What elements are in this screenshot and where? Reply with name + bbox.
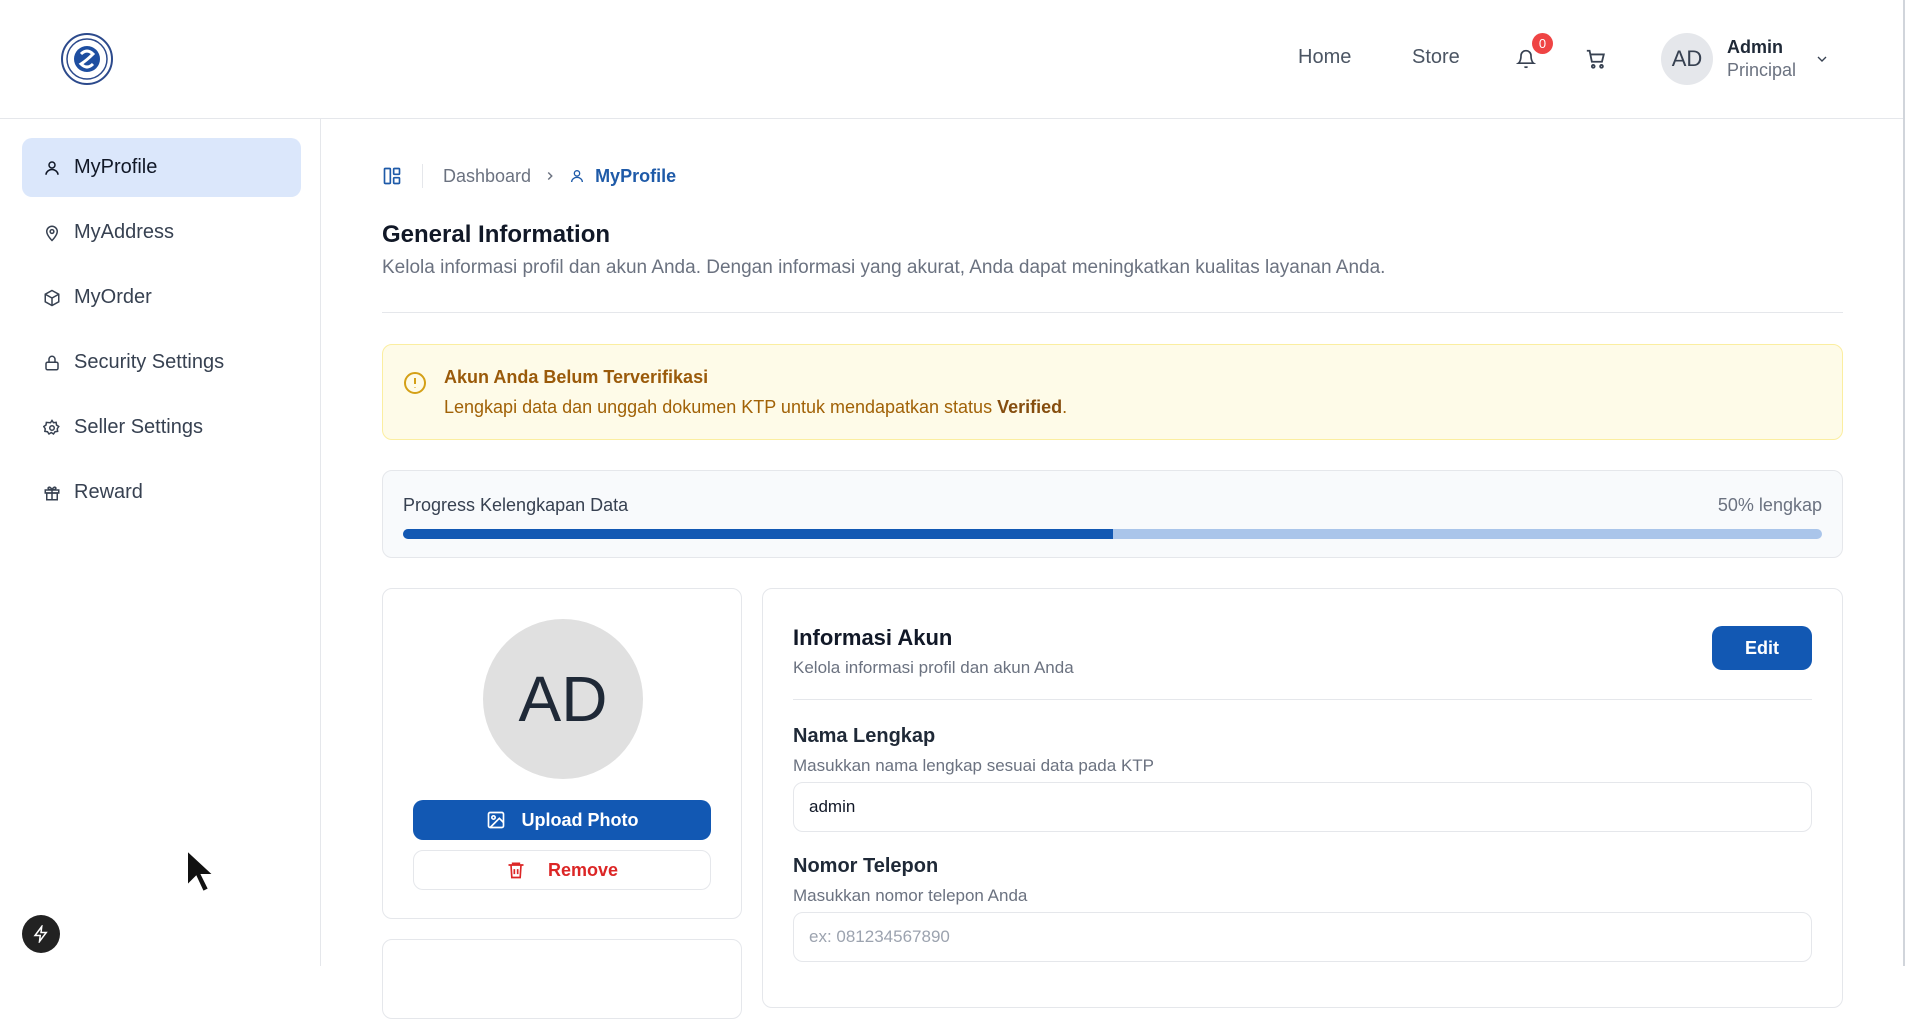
full-name-input[interactable] xyxy=(793,782,1812,832)
user-role: Principal xyxy=(1727,60,1797,80)
alert-text-before: Lengkapi data dan unggah dokumen KTP unt… xyxy=(444,397,998,417)
logo-emblem-icon xyxy=(66,38,108,80)
phone-input[interactable] xyxy=(793,912,1812,962)
sidebar-item-label: Reward xyxy=(74,481,143,503)
progress-bar-fill xyxy=(403,529,1113,539)
gear-icon xyxy=(43,418,60,435)
sidebar-item-myorder[interactable]: MyOrder xyxy=(22,268,301,327)
progress-card: Progress Kelengkapan Data 50% lengkap xyxy=(382,470,1843,558)
cart-icon xyxy=(1586,49,1605,69)
sidebar-item-label: Seller Settings xyxy=(74,416,203,438)
avatar: AD xyxy=(1661,33,1713,85)
nav-store-link[interactable]: Store xyxy=(1412,46,1460,69)
alert-title: Akun Anda Belum Terverifikasi xyxy=(444,367,709,387)
full-name-label: Nama Lengkap xyxy=(793,725,936,747)
page-title: General Information xyxy=(382,221,611,248)
chevron-down-icon xyxy=(1817,56,1827,62)
upload-photo-button[interactable]: Upload Photo xyxy=(413,800,711,840)
lock-icon xyxy=(45,355,59,370)
edit-button[interactable]: Edit xyxy=(1712,626,1812,670)
breadcrumb: Dashboard MyProfile xyxy=(382,163,676,189)
account-info-card: Informasi Akun Kelola informasi profil d… xyxy=(762,588,1843,1008)
avatar: AD xyxy=(483,619,643,779)
breadcrumb-current-label: MyProfile xyxy=(595,165,677,186)
breadcrumb-current: MyProfile xyxy=(569,166,676,187)
full-name-help: Masukkan nama lengkap sesuai data pada K… xyxy=(793,756,1155,775)
top-header: Home Store 0 AD Admin Principal xyxy=(0,0,1905,119)
divider xyxy=(382,312,1843,313)
trash-icon xyxy=(508,862,524,879)
progress-label: Progress Kelengkapan Data xyxy=(403,495,629,515)
lightning-icon xyxy=(33,925,48,943)
layout-panel-icon[interactable] xyxy=(382,166,402,186)
account-info-subtitle: Kelola informasi profil dan akun Anda xyxy=(793,658,1074,677)
image-upload-icon xyxy=(487,811,504,829)
verification-alert: Akun Anda Belum Terverifikasi Lengkapi d… xyxy=(382,344,1843,440)
progress-bar xyxy=(403,529,1822,539)
brand-logo[interactable] xyxy=(61,33,113,85)
chevron-right-icon xyxy=(547,171,553,181)
bell-icon xyxy=(1516,49,1536,69)
package-icon xyxy=(44,289,60,306)
sidebar-item-seller-settings[interactable]: Seller Settings xyxy=(22,398,301,457)
account-info-title: Informasi Akun xyxy=(793,625,953,650)
page-subtitle: Kelola informasi profil dan akun Anda. D… xyxy=(382,257,1386,278)
sidebar-item-label: MyAddress xyxy=(74,221,175,243)
notification-badge: 0 xyxy=(1532,33,1553,54)
nav-home-link[interactable]: Home xyxy=(1298,46,1351,69)
profile-photo-card: AD Upload Photo Remove xyxy=(382,588,742,919)
divider xyxy=(793,699,1812,700)
breadcrumb-divider xyxy=(422,164,423,188)
sidebar-item-label: MyProfile xyxy=(74,156,158,178)
sidebar-item-reward[interactable]: Reward xyxy=(22,463,301,522)
phone-label: Nomor Telepon xyxy=(793,855,939,877)
mouse-cursor-icon xyxy=(186,848,215,894)
breadcrumb-dashboard-link[interactable]: Dashboard xyxy=(443,166,531,187)
sidebar-item-security-settings[interactable]: Security Settings xyxy=(22,333,301,392)
user-icon xyxy=(571,170,584,183)
remove-photo-button[interactable]: Remove xyxy=(413,850,711,890)
sidebar-item-myaddress[interactable]: MyAddress xyxy=(22,203,301,262)
gift-icon xyxy=(44,485,60,500)
user-menu[interactable]: AD Admin Principal xyxy=(1661,33,1830,85)
remove-photo-label: Remove xyxy=(547,859,619,880)
upload-photo-label: Upload Photo xyxy=(521,809,639,830)
user-icon xyxy=(45,160,59,175)
secondary-card xyxy=(382,939,742,1019)
alert-circle-icon xyxy=(404,372,426,394)
cart-button[interactable] xyxy=(1584,47,1608,71)
alert-message: Lengkapi data dan unggah dokumen KTP unt… xyxy=(444,397,1067,418)
alert-text-after: . xyxy=(1062,397,1068,417)
user-name: Admin xyxy=(1727,37,1783,57)
progress-percent: 50% lengkap xyxy=(1717,495,1822,515)
alert-text-bold: Verified xyxy=(997,397,1063,417)
sidebar-item-label: Security Settings xyxy=(74,351,225,373)
phone-help: Masukkan nomor telepon Anda xyxy=(793,886,1028,905)
sidebar: MyProfile MyAddress MyOrder Security Set… xyxy=(0,119,321,966)
sidebar-item-myprofile[interactable]: MyProfile xyxy=(22,138,301,197)
map-pin-icon xyxy=(45,225,59,242)
sidebar-item-label: MyOrder xyxy=(74,286,152,308)
quick-action-button[interactable] xyxy=(22,915,60,953)
